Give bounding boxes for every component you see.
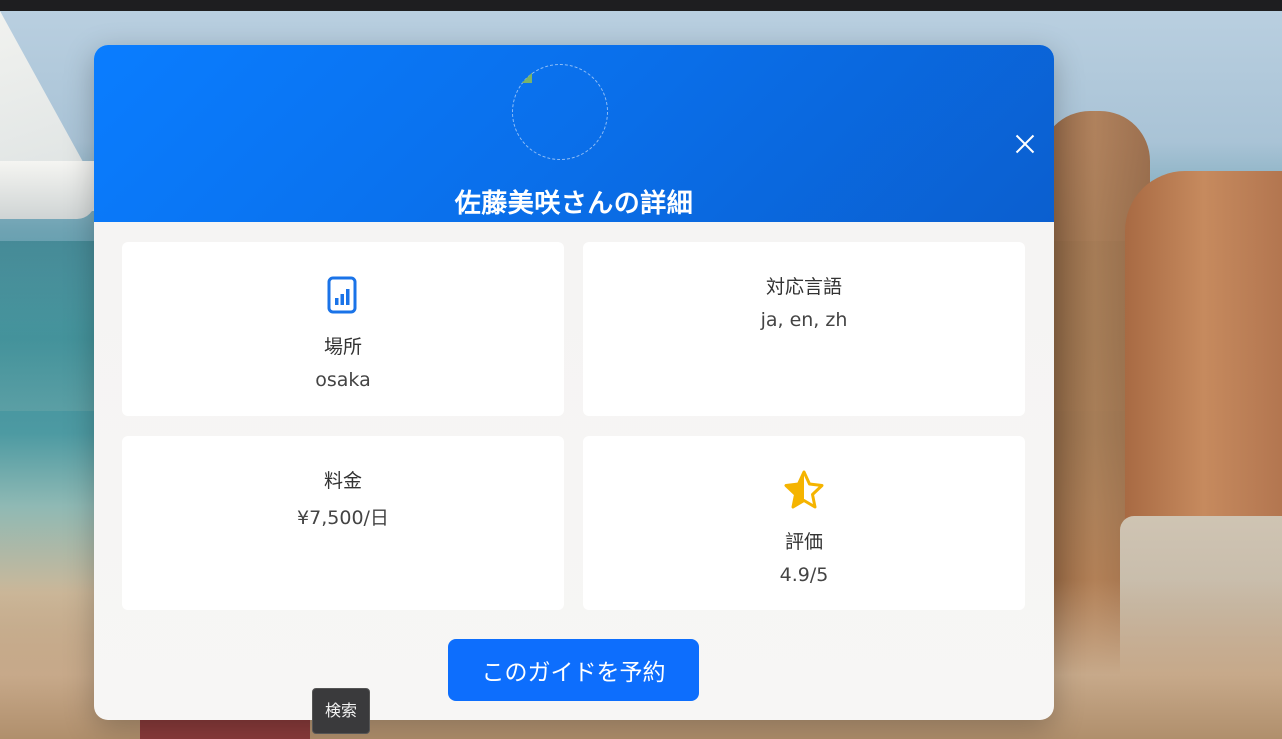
- guide-detail-modal: 佐藤美咲さんの詳細 場所 osaka 対応言語 ja, en, zh 料金 ¥7…: [94, 45, 1054, 720]
- screen: 佐藤美咲さんの詳細 場所 osaka 対応言語 ja, en, zh 料金 ¥7…: [0, 0, 1282, 739]
- bar-chart-icon: [327, 276, 357, 314]
- location-card: 場所 osaka: [122, 242, 564, 416]
- star-half-icon: [783, 469, 825, 511]
- price-label: 料金: [323, 470, 362, 492]
- search-tooltip: 検索: [312, 688, 371, 734]
- languages-label: 対応言語: [765, 276, 842, 298]
- languages-value: ja, en, zh: [760, 309, 848, 331]
- broken-image-icon: [522, 73, 532, 83]
- browser-top-bar: [0, 0, 1282, 11]
- person-man: [1125, 171, 1282, 571]
- price-value: ¥7,500/日: [297, 507, 389, 529]
- rating-label: 評価: [784, 531, 823, 553]
- location-label: 場所: [323, 336, 362, 358]
- languages-card: 対応言語 ja, en, zh: [583, 242, 1025, 416]
- modal-header: 佐藤美咲さんの詳細: [94, 45, 1054, 222]
- location-value: osaka: [315, 369, 371, 391]
- price-card: 料金 ¥7,500/日: [122, 436, 564, 610]
- modal-title: 佐藤美咲さんの詳細: [454, 189, 694, 219]
- rating-card: 評価 4.9/5: [583, 436, 1025, 610]
- book-guide-button[interactable]: このガイドを予約: [448, 639, 699, 701]
- sailboat-hull: [0, 161, 95, 219]
- close-icon[interactable]: [1011, 130, 1039, 158]
- rating-value: 4.9/5: [779, 564, 829, 586]
